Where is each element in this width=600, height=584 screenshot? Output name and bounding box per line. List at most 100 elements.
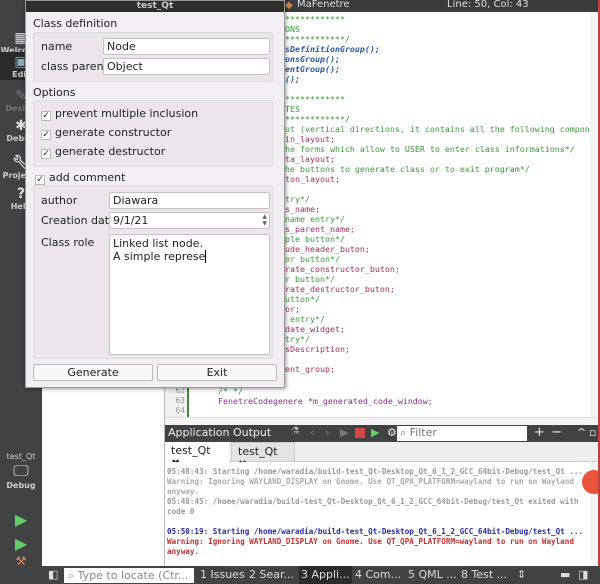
kit-selector[interactable]: test_Qt 🖵︎ Debug bbox=[0, 452, 42, 490]
maximize-icon[interactable]: ^ bbox=[577, 426, 586, 439]
check-icon: ✓ bbox=[41, 111, 51, 121]
name-input[interactable]: Node bbox=[103, 38, 270, 55]
generate-constructor-checkbox[interactable]: ✓ generate constructor bbox=[41, 126, 171, 140]
more-tabs-icon[interactable]: ⇕ bbox=[517, 566, 526, 584]
debug-icon[interactable]: ▶ bbox=[371, 426, 379, 439]
next-icon[interactable]: › bbox=[325, 426, 329, 439]
zoom-out-icon[interactable]: − bbox=[551, 425, 562, 440]
output-title: Application Output bbox=[168, 426, 272, 439]
code-line: ent_group; bbox=[285, 364, 335, 374]
editor-horizontal-scrollbar[interactable] bbox=[165, 417, 598, 425]
class-definition-group: name Node class parent Object bbox=[33, 32, 273, 82]
code-line: ************ bbox=[285, 94, 345, 104]
zoom-in-icon[interactable]: + bbox=[534, 425, 545, 440]
code-line: ude_header_buton; bbox=[285, 244, 370, 254]
class-role-label: Class role bbox=[41, 236, 95, 249]
symbol-selector[interactable]: MaFenetre bbox=[297, 0, 350, 10]
output-line: 05:50:19: Starting /home/waradia/build-t… bbox=[167, 527, 584, 536]
status-tab-qml[interactable]: 5 QML ... bbox=[408, 566, 457, 584]
status-tab-issues[interactable]: 1 Issues bbox=[200, 566, 245, 584]
code-line: try*/ bbox=[285, 334, 310, 344]
settings-gear-icon[interactable]: ⚙ bbox=[387, 426, 397, 439]
group-title-class-definition: Class definition bbox=[33, 17, 118, 30]
debug-run-icon[interactable]: ▶ bbox=[0, 534, 42, 553]
options-group: ✓ prevent multiple inclusion ✓ generate co… bbox=[33, 100, 273, 167]
output-tab[interactable]: test_Qt ✖ bbox=[231, 442, 295, 471]
code-line: rate_constructor_buton; bbox=[285, 264, 400, 274]
editor-vertical-scrollbar[interactable] bbox=[590, 12, 598, 417]
code-line: sDefinitionGroup(); bbox=[285, 44, 380, 54]
dialog-title-bar[interactable]: test_Qt bbox=[26, 1, 284, 12]
status-tab-compile[interactable]: 4 Com... bbox=[355, 566, 401, 584]
class-generator-dialog: test_Qt Class definition name Node class… bbox=[25, 0, 285, 388]
progress-icon[interactable]: ▬ bbox=[560, 566, 570, 584]
class-parent-label: class parent bbox=[41, 60, 108, 73]
code-line: entry*/ bbox=[285, 314, 325, 324]
check-icon: ✓ bbox=[35, 175, 45, 185]
check-icon: ✓ bbox=[41, 130, 51, 140]
code-line: rate_destructor_buton; bbox=[285, 284, 395, 294]
prevent-inclusion-checkbox[interactable]: ✓ prevent multiple inclusion bbox=[41, 107, 198, 121]
prev-icon[interactable]: ‹ bbox=[310, 426, 314, 439]
output-log[interactable]: 05:48:43: Starting /home/waradia/build-t… bbox=[165, 462, 590, 565]
generate-button[interactable]: Generate bbox=[33, 364, 153, 381]
code-line: ple button*/ bbox=[285, 234, 345, 244]
monitor-icon: 🖵︎ bbox=[13, 461, 29, 480]
output-tabs: test_Qt ✖ test_Qt ✖ bbox=[165, 442, 598, 471]
class-role-textarea[interactable]: Linked list node. A simple represe bbox=[109, 234, 270, 355]
status-tab-test[interactable]: 8 Test ... bbox=[461, 566, 507, 584]
code-line: (); bbox=[285, 74, 300, 84]
code-line: sDescription; bbox=[285, 344, 350, 354]
attach-icon[interactable]: ⚗ bbox=[291, 426, 300, 437]
code-line: name entry*/ bbox=[285, 214, 345, 224]
author-input[interactable]: Diawara bbox=[109, 192, 270, 209]
rerun-icon[interactable]: ▶ bbox=[340, 426, 348, 439]
run-icon[interactable]: ▶ bbox=[0, 510, 42, 529]
line-number: 63 bbox=[175, 396, 185, 405]
name-label: name bbox=[41, 40, 73, 53]
status-tab-search[interactable]: 2 Sear... bbox=[249, 566, 294, 584]
output-tab[interactable]: test_Qt ✖ bbox=[165, 442, 229, 470]
generate-destructor-checkbox[interactable]: ✓ generate destructor bbox=[41, 145, 165, 159]
creation-date-label: Creation date bbox=[41, 214, 116, 227]
code-line: he buttons to generate class or to exit … bbox=[285, 164, 530, 174]
code-line: or; bbox=[285, 304, 300, 314]
spin-arrows-icon[interactable]: ▲ ▼ bbox=[262, 213, 267, 227]
toggle-sidebar-icon[interactable]: ◧ bbox=[48, 568, 58, 581]
exit-button[interactable]: Exit bbox=[157, 364, 277, 381]
add-comment-checkbox[interactable]: ✓ add comment bbox=[35, 171, 125, 185]
code-line: s_parent_name; bbox=[285, 224, 355, 234]
dialog-title: test_Qt bbox=[136, 1, 174, 11]
stop-icon[interactable] bbox=[355, 428, 365, 438]
code-line: FenetreCodegenere *m_generated_code_wind… bbox=[218, 396, 433, 406]
code-line: ************/ bbox=[285, 114, 350, 124]
class-icon: ◆ bbox=[285, 0, 293, 11]
locator-input[interactable]: ⌕ Type to locate (Ctr... bbox=[64, 568, 194, 583]
code-line: entGroup(); bbox=[285, 64, 340, 74]
code-line: date_widget; bbox=[285, 324, 345, 334]
search-icon: ⌕ bbox=[400, 426, 410, 439]
code-line: ONS bbox=[285, 24, 300, 34]
close-pane-icon[interactable]: ▫ bbox=[589, 426, 596, 439]
class-parent-input[interactable]: Object bbox=[103, 58, 270, 75]
search-icon: ⌕ bbox=[68, 569, 78, 582]
toggle-output-icon[interactable]: ◨ bbox=[578, 566, 588, 584]
creation-date-spinbox[interactable]: 9/1/21 ▲ ▼ bbox=[109, 212, 270, 229]
line-number: 64 bbox=[175, 406, 185, 415]
output-line: Warning: Ignoring WAYLAND_DISPLAY on Gno… bbox=[167, 477, 579, 496]
code-line: utton*/ bbox=[285, 294, 320, 304]
code-line: s_name; bbox=[285, 204, 320, 214]
group-title-options: Options bbox=[33, 86, 76, 99]
check-icon: ✓ bbox=[41, 149, 51, 159]
code-line: ************/ bbox=[285, 34, 350, 44]
output-line: 05:48:45: /home/waradia/build-test_Qt-De… bbox=[167, 497, 584, 516]
output-line: Warning: Ignoring WAYLAND_DISPLAY on Gno… bbox=[167, 537, 579, 556]
status-tab-application-output[interactable]: 3 Appli... bbox=[299, 566, 352, 584]
filter-input[interactable]: ⌕ Filter bbox=[397, 426, 527, 441]
code-line: in_layout; bbox=[285, 134, 335, 144]
cursor-position[interactable]: Line: 50, Col: 43 bbox=[447, 0, 529, 10]
code-line: ut (vertical directions, it contains all… bbox=[285, 124, 598, 134]
code-line: he forms which allow to USER to enter cl… bbox=[285, 144, 575, 154]
code-line: TES bbox=[285, 104, 300, 114]
